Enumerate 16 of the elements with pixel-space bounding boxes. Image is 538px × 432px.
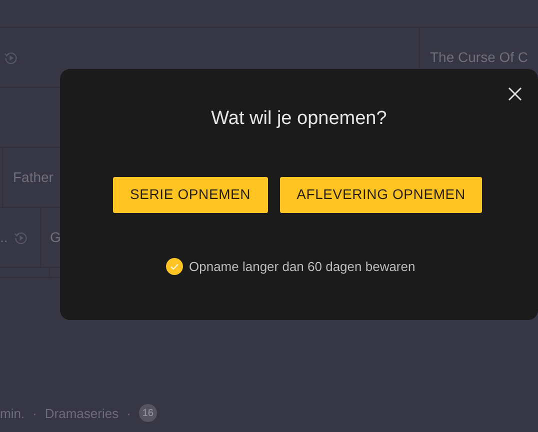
program-title[interactable]: .. [0,227,8,248]
close-button[interactable] [506,85,524,103]
program-title[interactable]: Father [13,167,54,188]
record-series-button[interactable]: SERIE OPNEMEN [113,176,268,212]
age-rating-badge: 16 [138,404,157,422]
dialog-title: Wat wil je opnemen? [210,107,388,131]
record-episode-button[interactable]: AFLEVERING OPNEMEN [280,176,482,212]
program-title[interactable]: The Curse Of C [430,47,528,68]
separator: · [32,404,37,422]
close-icon [508,87,522,101]
program-title[interactable]: G [50,227,61,248]
program-info: Dramaseries [44,404,119,422]
option-label[interactable]: Opname langer dan 60 dagen bewaren [189,256,416,276]
separator: · [126,404,131,422]
program-info: min. [0,404,25,422]
checkbox[interactable] [166,258,183,275]
